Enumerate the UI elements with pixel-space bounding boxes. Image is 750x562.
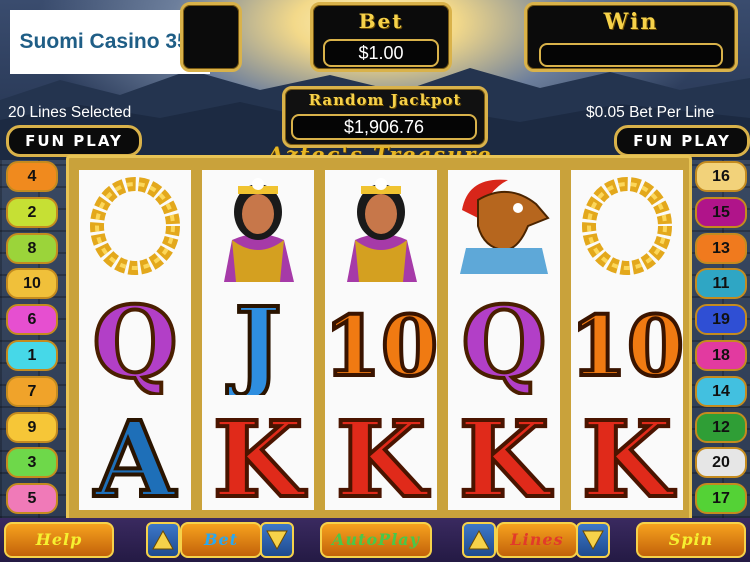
letter-k-symbol: K (580, 398, 678, 508)
left-payline-button[interactable]: 4 (6, 161, 58, 192)
spin-button[interactable]: Spin (636, 522, 746, 558)
left-payline-button[interactable]: 6 (6, 304, 58, 336)
right-payline-button[interactable]: 19 (695, 304, 747, 336)
triangle-up-icon (152, 529, 174, 550)
win-title: Win (603, 9, 659, 35)
letter-k-symbol: K (211, 398, 309, 508)
bracelet-symbol (90, 177, 180, 275)
right-payline-button[interactable]: 17 (695, 483, 747, 515)
reel-1: Q A (77, 168, 193, 512)
right-payline-button[interactable]: 11 (695, 268, 747, 300)
svg-text:K: K (582, 398, 676, 508)
win-panel: Win (524, 2, 738, 72)
left-payline-button[interactable]: 3 (6, 447, 58, 479)
reel-4: Q K (446, 168, 562, 512)
letter-j-symbol: J (224, 285, 283, 395)
right-payline-button[interactable]: 16 (695, 161, 747, 192)
bracelet-symbol (582, 177, 672, 275)
right-payline-button[interactable]: 14 (695, 375, 747, 407)
triangle-up-icon (468, 529, 490, 550)
jackpot-title: Random Jackpot (308, 91, 462, 109)
bet-down-button[interactable] (260, 522, 294, 558)
left-payline-button[interactable]: 1 (6, 340, 58, 371)
triangle-down-icon (582, 530, 604, 551)
right-payline-button[interactable]: 12 (695, 411, 747, 443)
left-payline-button[interactable]: 5 (6, 483, 58, 515)
help-button[interactable]: Help (4, 522, 114, 558)
left-top-panel (180, 2, 242, 72)
reel-3: 10 K (323, 168, 439, 512)
aztec-woman-symbol (347, 178, 417, 282)
left-payline-button[interactable]: 2 (6, 196, 58, 228)
left-payline-button[interactable]: 9 (6, 411, 58, 443)
fun-play-right-badge: FUN PLAY (614, 125, 750, 157)
lines-down-button[interactable] (576, 522, 610, 558)
svg-text:Q: Q (92, 286, 177, 395)
eagle-warrior-symbol (460, 179, 550, 274)
svg-text:Q: Q (461, 286, 546, 395)
letter-k-symbol: K (457, 398, 555, 508)
left-payline-button[interactable]: 10 (6, 268, 58, 300)
lines-selected-text: 20 Lines Selected (8, 104, 132, 121)
right-payline-button[interactable]: 15 (695, 196, 747, 228)
bet-up-button[interactable] (146, 522, 180, 558)
bet-value: $1.00 (323, 39, 439, 67)
ten-symbol: 10 (325, 297, 437, 395)
right-payline-button[interactable]: 20 (695, 447, 747, 479)
letter-k-symbol: K (334, 398, 432, 508)
letter-q-symbol: Q (459, 285, 548, 395)
aztec-woman-symbol (202, 170, 314, 282)
right-payline-button[interactable]: 18 (695, 340, 747, 371)
bet-button[interactable]: Bet (180, 522, 262, 558)
svg-text:10: 10 (325, 299, 437, 395)
win-value (539, 43, 723, 67)
svg-text:J: J (226, 285, 281, 395)
left-payline-button[interactable]: 7 (6, 375, 58, 407)
svg-text:10: 10 (571, 299, 683, 395)
bet-panel: Bet $1.00 (310, 2, 452, 72)
ten-symbol: 10 (571, 297, 683, 395)
svg-text:K: K (459, 398, 553, 508)
lines-up-button[interactable] (462, 522, 496, 558)
jackpot-panel: Random Jackpot $1,906.76 (282, 86, 488, 148)
svg-text:K: K (336, 398, 430, 508)
bet-title: Bet (358, 9, 404, 33)
svg-text:A: A (94, 398, 177, 508)
lines-button[interactable]: Lines (496, 522, 578, 558)
reel-frame: Q A J K 10 K Q K 10 K (66, 155, 692, 523)
reel-5: 10 K (569, 168, 685, 512)
reel-2: J K (200, 168, 316, 512)
left-payline-button[interactable]: 8 (6, 232, 58, 264)
svg-text:K: K (213, 398, 307, 508)
letter-a-symbol: A (92, 398, 179, 508)
bet-per-line-text: $0.05 Bet Per Line (586, 104, 715, 121)
fun-play-left-badge: FUN PLAY (6, 125, 142, 157)
jackpot-value: $1,906.76 (291, 114, 477, 140)
letter-q-symbol: Q (90, 285, 179, 395)
autoplay-button[interactable]: AutoPlay (320, 522, 432, 558)
right-payline-button[interactable]: 13 (695, 232, 747, 264)
triangle-down-icon (266, 530, 288, 551)
